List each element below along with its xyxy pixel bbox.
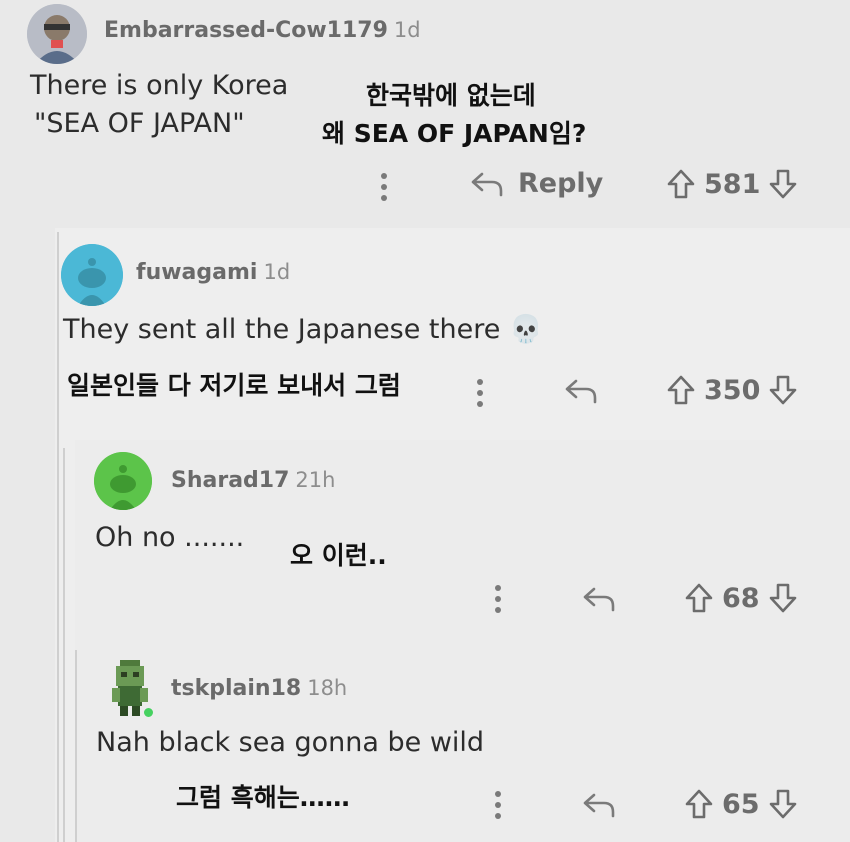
kebab-icon[interactable] (494, 584, 502, 614)
username[interactable]: fuwagami (136, 260, 257, 285)
vote-score: 68 (722, 582, 760, 614)
online-status-dot (142, 706, 155, 719)
downvote-arrow-icon[interactable] (768, 374, 798, 406)
vote-controls: 581 (666, 168, 798, 200)
thread-line-level3 (75, 650, 77, 842)
username[interactable]: tskplain18 (171, 676, 301, 701)
reply-button[interactable]: Reply (470, 168, 603, 199)
vote-controls: 68 (684, 582, 798, 614)
vote-score: 65 (722, 788, 760, 820)
reply-label: Reply (518, 168, 604, 199)
translation-line-2: 왜 SEA OF JAPAN임? (322, 119, 587, 148)
translation: 그럼 흑해는…… (176, 783, 350, 812)
comment-text-line-1: There is only Korea (30, 70, 289, 101)
comment-text-line-2: "SEA OF JAPAN" (34, 108, 245, 139)
upvote-arrow-icon[interactable] (684, 788, 714, 820)
upvote-arrow-icon[interactable] (666, 374, 696, 406)
comment-age: 1d (393, 18, 421, 42)
downvote-arrow-icon[interactable] (768, 788, 798, 820)
comment-text: Oh no ....... (95, 522, 245, 553)
translation-line-1: 한국밖에 없는데 (366, 81, 536, 110)
upvote-arrow-icon[interactable] (666, 168, 696, 200)
reply-button[interactable] (582, 586, 616, 612)
kebab-icon[interactable] (476, 378, 484, 408)
vote-score: 581 (704, 168, 761, 200)
vote-score: 350 (704, 374, 761, 406)
comment-author[interactable]: Sharad17 21h (171, 468, 335, 493)
comment-author[interactable]: Embarrassed-Cow1179 1d (104, 18, 421, 43)
vote-controls: 65 (684, 788, 798, 820)
username[interactable]: Sharad17 (171, 468, 289, 493)
snoo-avatar-icon[interactable] (94, 452, 152, 510)
comment-age: 1d (263, 260, 291, 284)
vote-controls: 350 (666, 374, 798, 406)
snoo-avatar-icon[interactable] (61, 244, 123, 306)
kebab-icon[interactable] (380, 172, 388, 202)
comment-age: 21h (295, 468, 336, 492)
translation: 일본인들 다 저기로 보내서 그럼 (67, 371, 401, 400)
comment-age: 18h (307, 676, 348, 700)
downvote-arrow-icon[interactable] (768, 168, 798, 200)
reply-arrow-icon (582, 792, 616, 818)
person-avatar-icon[interactable] (27, 4, 87, 64)
username[interactable]: Embarrassed-Cow1179 (104, 18, 388, 43)
pixel-character-avatar-icon[interactable] (104, 658, 156, 720)
comment-author[interactable]: tskplain18 18h (171, 676, 347, 701)
upvote-arrow-icon[interactable] (684, 582, 714, 614)
comment-text: Nah black sea gonna be wild (96, 727, 485, 758)
translation: 오 이런.. (290, 541, 387, 570)
reply-button[interactable] (564, 378, 598, 404)
reply-arrow-icon (582, 586, 616, 612)
reply-button[interactable] (582, 792, 616, 818)
reply-arrow-icon (470, 171, 504, 197)
thread-line-level1 (57, 232, 59, 842)
thread-line-level2 (63, 448, 65, 842)
kebab-icon[interactable] (494, 790, 502, 820)
comment-author[interactable]: fuwagami 1d (136, 260, 290, 285)
comment-text: They sent all the Japanese there 💀 (63, 314, 543, 345)
downvote-arrow-icon[interactable] (768, 582, 798, 614)
reply-arrow-icon (564, 378, 598, 404)
